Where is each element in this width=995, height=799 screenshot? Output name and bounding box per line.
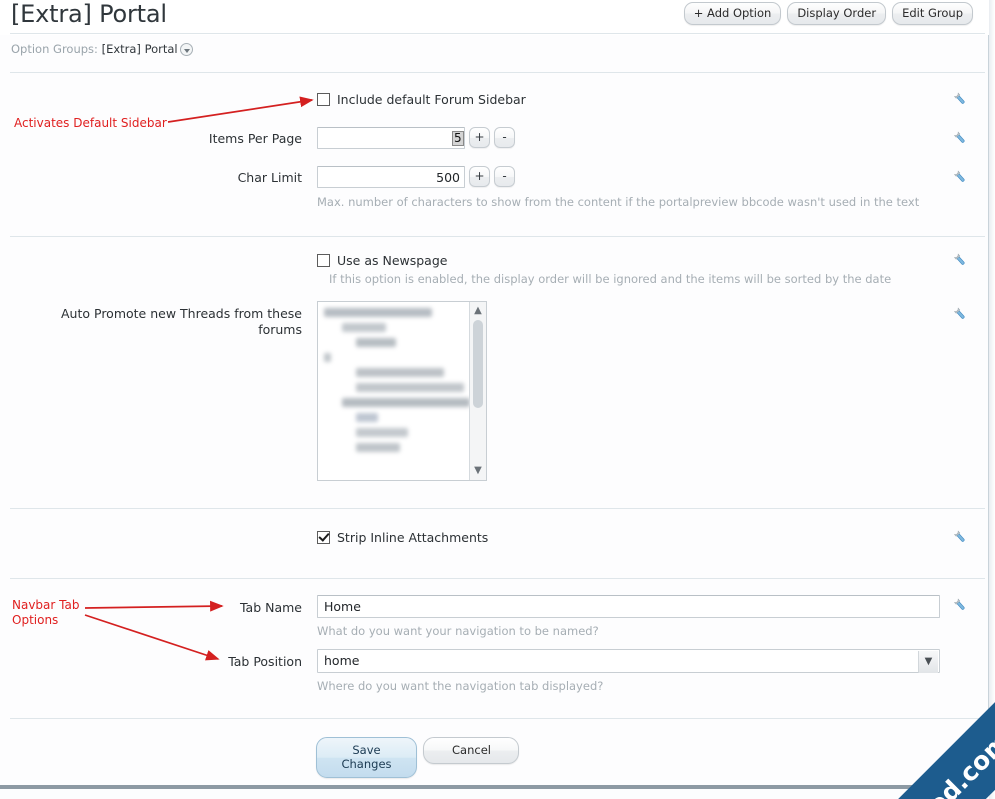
char-limit-increment-button[interactable]: +: [469, 166, 490, 187]
items-per-page-input[interactable]: [317, 127, 465, 149]
breadcrumb-prefix: Option Groups:: [11, 42, 98, 56]
listbox-scrollbar[interactable]: ▲ ▼: [469, 302, 486, 480]
char-limit-decrement-button[interactable]: -: [494, 166, 515, 187]
strip-inline-label: Strip Inline Attachments: [337, 530, 489, 545]
page-right-edge: [989, 0, 995, 799]
wrench-icon[interactable]: [953, 598, 969, 614]
cancel-button[interactable]: Cancel: [423, 737, 519, 764]
items-per-page-increment-button[interactable]: +: [469, 127, 490, 148]
list-item: [356, 383, 464, 392]
chevron-down-icon[interactable]: ▼: [918, 651, 938, 673]
save-changes-button[interactable]: Save Changes: [316, 737, 417, 778]
tab-position-value: home: [324, 653, 360, 668]
include-sidebar-row[interactable]: Include default Forum Sidebar: [317, 92, 526, 107]
list-item: [342, 323, 386, 332]
auto-promote-forum-listbox[interactable]: ▲ ▼: [317, 301, 487, 481]
include-sidebar-label: Include default Forum Sidebar: [337, 92, 526, 107]
tab-position-label: Tab Position: [228, 654, 302, 669]
page-header: [Extra] Portal + Add Option Display Orde…: [0, 0, 989, 35]
use-as-newspage-label: Use as Newspage: [337, 253, 448, 268]
list-item: [324, 353, 331, 362]
list-item: [324, 308, 432, 317]
list-item: [342, 398, 470, 407]
annotation-navbar-tab-options: Navbar Tab Options: [12, 598, 80, 627]
breadcrumb-current[interactable]: [Extra] Portal: [102, 42, 178, 56]
use-as-newspage-hint: If this option is enabled, the display o…: [329, 272, 892, 286]
items-per-page-selected-value: 5: [452, 131, 464, 146]
annotation-activates-default-sidebar: Activates Default Sidebar: [14, 116, 167, 130]
items-per-page-decrement-button[interactable]: -: [494, 127, 515, 148]
chevron-down-icon[interactable]: [179, 43, 193, 56]
list-item: [356, 443, 400, 452]
divider-section-4: [10, 718, 985, 719]
char-limit-hint: Max. number of characters to show from t…: [317, 195, 920, 209]
tab-name-hint: What do you want your navigation to be n…: [317, 624, 599, 638]
scroll-down-icon[interactable]: ▼: [470, 463, 486, 479]
auto-promote-label: Auto Promote new Threads from these foru…: [61, 306, 302, 337]
use-as-newspage-checkbox[interactable]: [317, 254, 330, 267]
wrench-icon[interactable]: [953, 92, 969, 108]
char-limit-input[interactable]: [317, 166, 465, 188]
list-item: [356, 428, 408, 437]
divider-section-3: [10, 578, 985, 579]
wrench-icon[interactable]: [953, 307, 969, 323]
display-order-button[interactable]: Display Order: [787, 2, 887, 25]
add-option-button[interactable]: + Add Option: [683, 2, 782, 25]
scrollbar-thumb[interactable]: [473, 320, 483, 408]
use-as-newspage-row[interactable]: Use as Newspage: [317, 253, 447, 268]
items-per-page-label: Items Per Page: [208, 131, 302, 146]
list-item: [356, 413, 378, 422]
tab-name-label: Tab Name: [239, 600, 302, 615]
edit-group-button[interactable]: Edit Group: [892, 2, 973, 25]
auto-promote-option-list[interactable]: [318, 302, 470, 480]
wrench-icon[interactable]: [953, 530, 969, 546]
wrench-icon[interactable]: [953, 170, 969, 186]
page-title: [Extra] Portal: [11, 0, 167, 28]
header-button-group: + Add Option Display Order Edit Group: [683, 2, 973, 25]
strip-inline-row[interactable]: Strip Inline Attachments: [317, 530, 488, 545]
divider-section-2: [10, 508, 985, 509]
divider-header: [10, 33, 985, 34]
tab-position-hint: Where do you want the navigation tab dis…: [317, 679, 604, 693]
list-item: [356, 338, 396, 347]
tab-name-input[interactable]: [317, 595, 940, 618]
tab-position-select[interactable]: home ▼: [317, 649, 940, 673]
include-sidebar-checkbox[interactable]: [317, 93, 330, 106]
char-limit-label: Char Limit: [237, 170, 302, 185]
divider-section-1: [10, 236, 985, 237]
admin-option-group-page: [Extra] Portal + Add Option Display Orde…: [0, 0, 995, 799]
wrench-icon[interactable]: [953, 131, 969, 147]
scroll-up-icon[interactable]: ▲: [470, 303, 486, 319]
strip-inline-checkbox[interactable]: [317, 531, 330, 544]
breadcrumb: Option Groups: [Extra] Portal: [11, 42, 193, 56]
list-item: [356, 368, 444, 377]
wrench-icon[interactable]: [953, 253, 969, 269]
divider-breadcrumb: [10, 72, 985, 73]
